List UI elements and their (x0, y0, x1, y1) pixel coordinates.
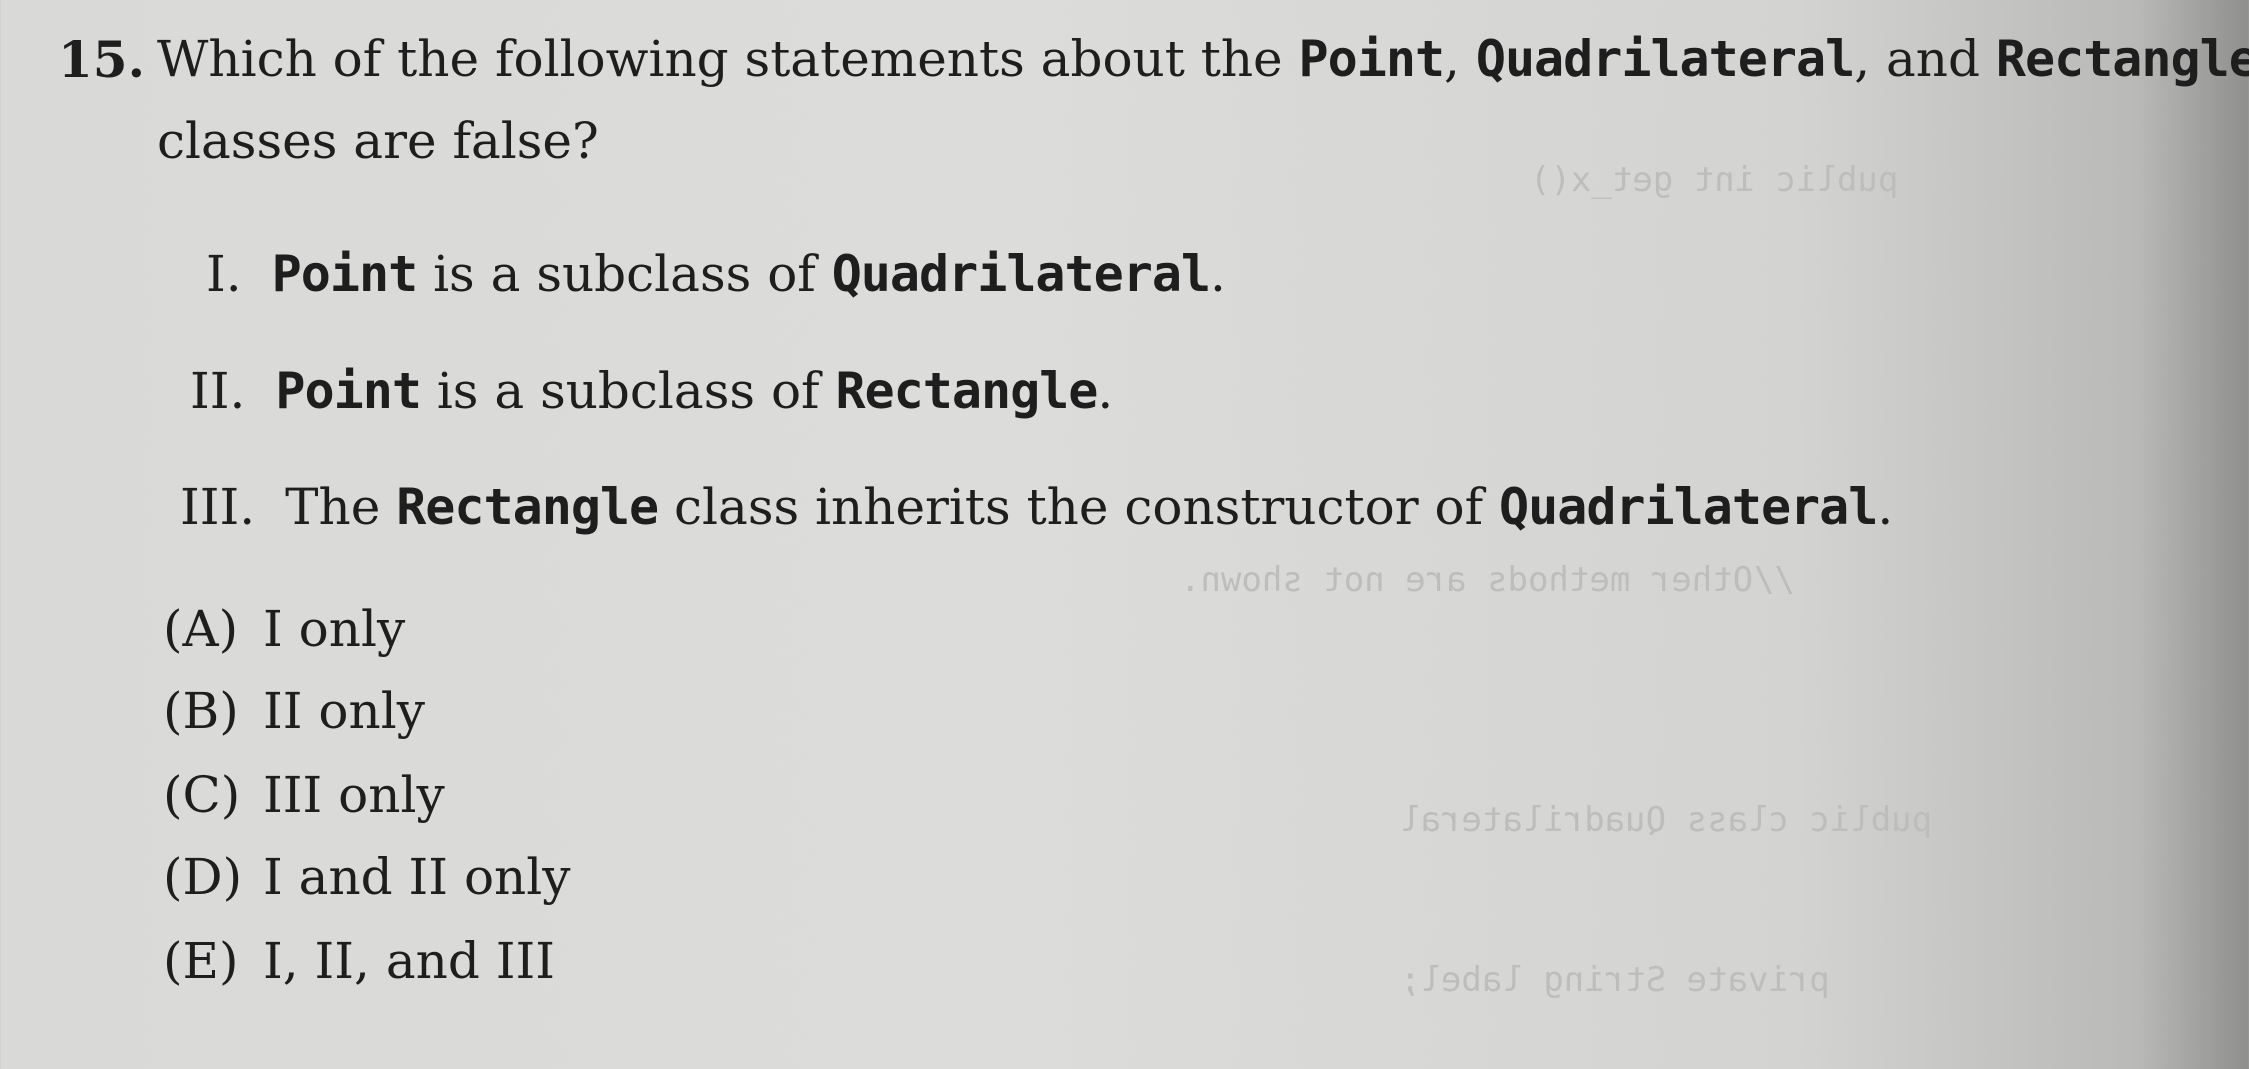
textbook-page: public int get_x() //Other methods are n… (0, 0, 2249, 1069)
question-number: 15. (58, 30, 145, 89)
statement-numeral: III. (180, 478, 256, 536)
choice-text: I, II, and III (263, 932, 555, 990)
code-point: Point (1298, 30, 1446, 88)
question-stem-line2: classes are false? (157, 112, 599, 170)
choice-letter: (B) (163, 682, 239, 740)
bleed-through-text: public int get_x() (1530, 160, 1899, 200)
bleed-through-text: public class Quadrilateral (1400, 800, 1933, 840)
bleed-through-text: //Other methods are not shown. (1180, 560, 1795, 600)
statement-ii: II. Point is a subclass of Rectangle. (190, 362, 1114, 420)
choice-text: I and II only (263, 848, 571, 906)
statement-numeral: I. (206, 245, 242, 303)
choice-letter: (A) (163, 600, 239, 658)
answer-choice-d: (D) I and II only (163, 848, 571, 906)
choice-text: III only (263, 766, 445, 824)
code-rectangle: Rectangle (1995, 30, 2249, 88)
answer-choice-a: (A) I only (163, 600, 405, 658)
statement-iii: III. The Rectangle class inherits the con… (180, 478, 1894, 536)
statement-numeral: II. (190, 362, 246, 420)
choice-text: I only (263, 600, 406, 658)
choice-letter: (D) (163, 848, 243, 906)
statement-i: I. Point is a subclass of Quadrilateral. (206, 245, 1226, 303)
answer-choice-e: (E) I, II, and III (163, 932, 555, 990)
choice-letter: (E) (163, 932, 239, 990)
code-quadrilateral: Quadrilateral (1475, 30, 1855, 88)
choice-letter: (C) (163, 766, 241, 824)
question-stem-line1: Which of the following statements about … (157, 30, 2249, 88)
answer-choice-b: (B) II only (163, 682, 425, 740)
answer-choice-c: (C) III only (163, 766, 445, 824)
choice-text: II only (263, 682, 425, 740)
bleed-through-text: private String label; (1400, 960, 1830, 1000)
